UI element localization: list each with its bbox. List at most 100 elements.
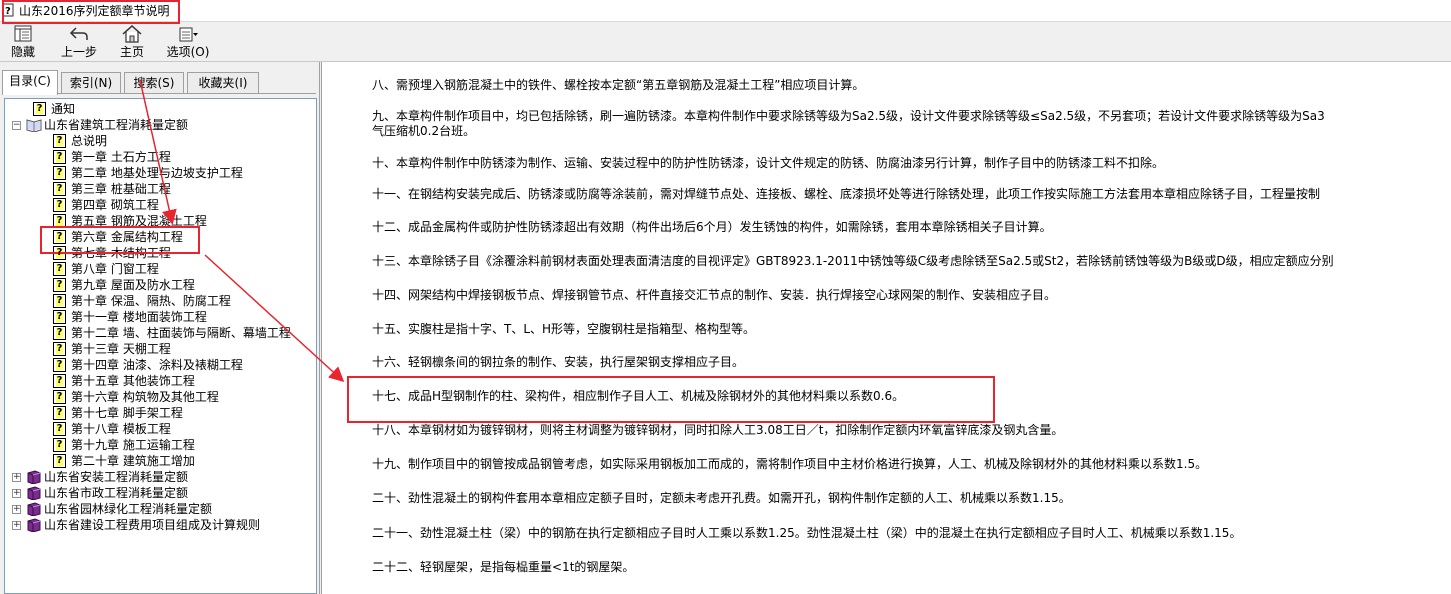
help-page-icon: ? bbox=[53, 134, 66, 148]
help-page-icon-glyph: ? bbox=[56, 359, 63, 370]
help-page-icon: ? bbox=[53, 358, 66, 372]
contents-tree[interactable]: ? 通知 − 山东省建筑工程消耗量定额? 总说明? 第一章 土石方工程? 第二章 地基处理与… bbox=[4, 98, 317, 594]
help-page-icon: ? bbox=[33, 102, 46, 116]
tree-item-label: 第六章 金属结构工程 bbox=[71, 230, 183, 244]
tree-item-label: 第十六章 构筑物及其他工程 bbox=[71, 390, 219, 404]
help-page-icon-glyph: ? bbox=[56, 391, 63, 402]
tree-item-label: 第十章 保温、隔热、防腐工程 bbox=[71, 294, 231, 308]
help-page-icon-glyph: ? bbox=[56, 295, 63, 306]
tree-item[interactable]: ? 第十三章 天棚工程 bbox=[5, 341, 315, 357]
topic-content[interactable]: 八、需预埋入钢筋混凝土中的铁件、螺栓按本定额“第五章钢筋及混凝土工程”相应项目计… bbox=[321, 62, 1451, 594]
window-title: 山东2016序列定额章节说明 bbox=[19, 4, 170, 18]
tree-item[interactable]: + 山东省园林绿化工程消耗量定额 bbox=[5, 501, 315, 517]
options-button[interactable]: 选项(O) bbox=[162, 22, 214, 62]
help-page-icon: ? bbox=[53, 246, 66, 260]
tree-item-label: 第七章 木结构工程 bbox=[71, 246, 171, 260]
help-page-icon-glyph: ? bbox=[56, 327, 63, 338]
tree-item[interactable]: ? 第六章 金属结构工程 bbox=[5, 229, 315, 245]
help-page-icon: ? bbox=[53, 310, 66, 324]
help-page-icon: ? bbox=[53, 422, 66, 436]
topic-paragraph: 八、需预埋入钢筋混凝土中的铁件、螺栓按本定额“第五章钢筋及混凝土工程”相应项目计… bbox=[372, 78, 865, 92]
tree-item-label: 第四章 砌筑工程 bbox=[71, 198, 159, 212]
tree-item[interactable]: ? 第十九章 施工运输工程 bbox=[5, 437, 315, 453]
topic-paragraph: 十五、实腹柱是指十字、T、L、H形等，空腹钢柱是指箱型、格构型等。 bbox=[372, 322, 756, 336]
tree-item-label: 山东省建筑工程消耗量定额 bbox=[44, 118, 189, 132]
help-page-icon: ? bbox=[53, 214, 66, 228]
expand-icon[interactable]: + bbox=[12, 489, 21, 498]
tree-item[interactable]: ? 第十四章 油漆、涂料及裱糊工程 bbox=[5, 357, 315, 373]
tree-item[interactable]: ? 第十章 保温、隔热、防腐工程 bbox=[5, 293, 315, 309]
tree-item[interactable]: ? 第一章 土石方工程 bbox=[5, 149, 315, 165]
tree-item-label: 第一章 土石方工程 bbox=[71, 150, 171, 164]
tab-index[interactable]: 索引(N) bbox=[61, 72, 121, 94]
help-page-icon: ? bbox=[53, 262, 66, 276]
hide-button[interactable]: 隐藏 bbox=[4, 22, 42, 62]
back-arrow-icon bbox=[69, 27, 88, 40]
help-page-icon-glyph: ? bbox=[56, 439, 63, 450]
help-page-icon: ? bbox=[53, 166, 66, 180]
tree-item[interactable]: ? 第二十章 建筑施工增加 bbox=[5, 453, 315, 469]
tree-item[interactable]: ? 总说明 bbox=[5, 133, 315, 149]
tree-item[interactable]: ? 第五章 钢筋及混凝土工程 bbox=[5, 213, 315, 229]
expand-icon[interactable]: + bbox=[12, 521, 21, 530]
tree-item[interactable]: ? 第十一章 楼地面装饰工程 bbox=[5, 309, 315, 325]
help-page-icon-glyph: ? bbox=[56, 183, 63, 194]
tree-item[interactable]: ? 第七章 木结构工程 bbox=[5, 245, 315, 261]
topic-paragraph: 十八、本章钢材如为镀锌钢材，则将主材调整为镀锌钢材，同时扣除人工3.08工日／t… bbox=[372, 423, 1064, 437]
tree-item[interactable]: + 山东省市政工程消耗量定额 bbox=[5, 485, 315, 501]
expand-icon[interactable]: + bbox=[12, 505, 21, 514]
tree-item[interactable]: + 山东省安装工程消耗量定额 bbox=[5, 469, 315, 485]
tree-item-label: 山东省建设工程费用项目组成及计算规则 bbox=[44, 518, 261, 532]
home-button[interactable]: 主页 bbox=[112, 22, 152, 62]
tree-item[interactable]: ? 第十八章 模板工程 bbox=[5, 421, 315, 437]
help-page-icon-glyph: ? bbox=[56, 247, 63, 258]
topic-paragraph: 十四、网架结构中焊接钢板节点、焊接钢管节点、杆件直接交汇节点的制作、安装．执行焊… bbox=[372, 288, 1057, 302]
tree-item[interactable]: ? 第十五章 其他装饰工程 bbox=[5, 373, 315, 389]
tree-item-label: 第三章 桩基础工程 bbox=[71, 182, 171, 196]
tab-contents[interactable]: 目录(C) bbox=[2, 70, 58, 95]
tree-item[interactable]: ? 第三章 桩基础工程 bbox=[5, 181, 315, 197]
expand-icon[interactable]: + bbox=[12, 473, 21, 482]
tab-search[interactable]: 搜索(S) bbox=[124, 72, 184, 94]
help-page-icon: ? bbox=[53, 390, 66, 404]
tree-item-label: 山东省园林绿化工程消耗量定额 bbox=[44, 502, 213, 516]
tree-item-label: 第十二章 墙、柱面装饰与隔断、幕墙工程 bbox=[71, 326, 291, 340]
help-page-icon: ? bbox=[53, 150, 66, 164]
tree-item-label: 山东省安装工程消耗量定额 bbox=[44, 470, 189, 484]
help-page-icon-glyph: ? bbox=[56, 263, 63, 274]
topic-paragraph: 气压缩机0.2台班。 bbox=[372, 124, 476, 138]
topic-paragraph: 十、本章构件制作中防锈漆为制作、运输、安装过程中的防护性防锈漆，设计文件规定的防… bbox=[372, 156, 1165, 170]
tree-item[interactable]: ? 第九章 屋面及防水工程 bbox=[5, 277, 315, 293]
tree-item[interactable]: ? 通知 bbox=[5, 101, 315, 117]
tree-item-label: 通知 bbox=[51, 102, 76, 116]
options-button-label: 选项(O) bbox=[166, 45, 210, 59]
help-page-icon-glyph: ? bbox=[56, 199, 63, 210]
back-button[interactable]: 上一步 bbox=[54, 22, 104, 62]
collapse-icon[interactable]: − bbox=[12, 121, 21, 130]
help-page-icon: ? bbox=[53, 438, 66, 452]
help-page-icon-glyph: ? bbox=[56, 151, 63, 162]
options-icon bbox=[179, 27, 198, 42]
tab-favorites[interactable]: 收藏夹(I) bbox=[187, 72, 259, 94]
tree-item[interactable]: ? 第十二章 墙、柱面装饰与隔断、幕墙工程 bbox=[5, 325, 315, 341]
tree-item[interactable]: ? 第四章 砌筑工程 bbox=[5, 197, 315, 213]
tree-item[interactable]: + 山东省建设工程费用项目组成及计算规则 bbox=[5, 517, 315, 533]
tree-item[interactable]: − 山东省建筑工程消耗量定额 bbox=[5, 117, 315, 133]
tree-item[interactable]: ? 第十七章 脚手架工程 bbox=[5, 405, 315, 421]
navigation-pane: 目录(C) 索引(N) 搜索(S) 收藏夹(I) ? 通知 − 山东省建筑工程消耗量定… bbox=[0, 62, 320, 594]
help-page-icon-glyph: ? bbox=[56, 311, 63, 322]
hide-button-label: 隐藏 bbox=[10, 45, 35, 59]
tree-item[interactable]: ? 第十六章 构筑物及其他工程 bbox=[5, 389, 315, 405]
tree-item-label: 第十三章 天棚工程 bbox=[71, 342, 171, 356]
help-page-icon: ? bbox=[53, 454, 66, 468]
help-page-icon-glyph: ? bbox=[56, 375, 63, 386]
topic-paragraph: 十二、成品金属构件或防护性防锈漆超出有效期（构件出场后6个月）发生锈蚀的构件，如… bbox=[372, 220, 1052, 234]
help-page-icon: ? bbox=[53, 326, 66, 340]
tree-item[interactable]: ? 第八章 门窗工程 bbox=[5, 261, 315, 277]
help-page-icon: ? bbox=[53, 294, 66, 308]
help-page-icon: ? bbox=[53, 374, 66, 388]
closed-book-icon bbox=[27, 470, 41, 484]
tree-item[interactable]: ? 第二章 地基处理与边坡支护工程 bbox=[5, 165, 315, 181]
help-page-icon-glyph: ? bbox=[56, 135, 63, 146]
help-page-icon: ? bbox=[53, 230, 66, 244]
